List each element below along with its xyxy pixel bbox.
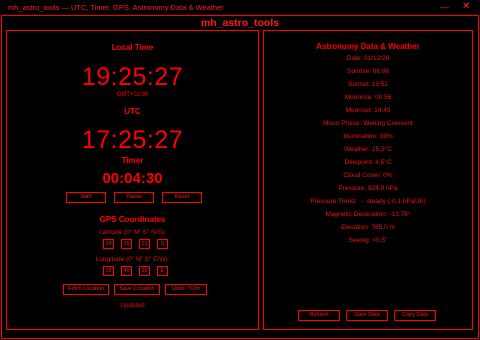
refresh-button[interactable]: Refresh	[298, 310, 340, 321]
units-button[interactable]: Units: °C/m	[165, 284, 207, 295]
timer-heading: Timer	[121, 156, 144, 165]
timer-display: 00:04:30	[102, 170, 163, 187]
longitude-label: Longitude (0° M' S" E/W):	[95, 256, 170, 263]
info-date: Date: 01/12/26	[346, 55, 390, 62]
info-moonset: Moonset: 14:43	[345, 107, 391, 114]
info-weather: Weather: 25.3°C	[343, 146, 392, 153]
close-icon[interactable]: ✕	[462, 1, 470, 13]
utc-heading: UTC	[124, 107, 141, 116]
window-title: mh_astro_tools — UTC, Timer, GPS, Astron…	[8, 3, 224, 12]
app-title: mh_astro_tools	[200, 17, 280, 29]
longitude-minutes-field[interactable]: 45	[121, 266, 132, 276]
local-time-display: 19:25:27	[81, 63, 184, 91]
astronomy-heading: Astronomy Data & Weather	[316, 42, 420, 51]
latitude-seconds-field[interactable]: 01	[139, 239, 150, 249]
title-bar: mh_astro_tools — UTC, Timer, GPS, Astron…	[0, 0, 480, 15]
utc-time-display: 17:25:27	[81, 126, 184, 154]
info-elevation: Elevation: 785.0 m	[341, 224, 395, 231]
info-cloud-cover: Cloud Cover: 0%	[343, 172, 393, 179]
info-illumination: Illumination: 39%	[343, 133, 393, 140]
gps-heading: GPS Coordinates	[99, 215, 166, 224]
info-sunrise: Sunrise: 06:06	[347, 68, 389, 75]
local-time-heading: Local Time	[111, 43, 154, 52]
reset-button[interactable]: Reset	[162, 192, 202, 203]
info-seeing: Seeing: <0.5"	[348, 237, 388, 244]
gps-status: Updated	[120, 302, 145, 309]
fetch-location-button[interactable]: Fetch Location	[63, 284, 109, 295]
copy-data-button[interactable]: Copy Data	[394, 310, 436, 321]
latitude-label: Latitude (0° M' S" N/S):	[99, 229, 166, 236]
minimize-icon[interactable]: —	[440, 1, 449, 13]
info-moonrise: Moonrise: 00:56	[344, 94, 392, 101]
info-dewpoint: Dewpoint: 4.5°C	[344, 159, 392, 166]
save-data-button[interactable]: Save Data	[346, 310, 388, 321]
pause-button[interactable]: Pause	[114, 192, 154, 203]
longitude-seconds-field[interactable]: 29	[139, 266, 150, 276]
latitude-degrees-field[interactable]: 24	[103, 239, 114, 249]
astronomy-panel: Astronomy Data & Weather Date: 01/12/26 …	[263, 30, 473, 330]
longitude-hemisphere-field[interactable]: E	[157, 266, 168, 276]
info-sunset: Sunset: 19:52	[347, 81, 389, 88]
info-pressure: Pressure: 924.9 hPa	[338, 185, 398, 192]
latitude-minutes-field[interactable]: 29	[121, 239, 132, 249]
info-moon-phase: Moon Phase: Waning Crescent	[323, 120, 413, 127]
longitude-degrees-field[interactable]: 15	[103, 266, 114, 276]
latitude-hemisphere-field[interactable]: S	[157, 239, 168, 249]
info-pressure-trend: Pressure Trend: → steady (-0.1 hPa/3h)	[310, 198, 426, 205]
start-button[interactable]: Start	[66, 192, 106, 203]
time-gps-panel: Local Time 19:25:27 GMT+02:00 UTC 17:25:…	[6, 30, 259, 330]
info-magnetic-declination: Magnetic Declination: -13.76°	[325, 211, 411, 218]
timezone-label: GMT+02:00	[116, 92, 149, 98]
save-location-button[interactable]: Save Location	[114, 284, 160, 295]
